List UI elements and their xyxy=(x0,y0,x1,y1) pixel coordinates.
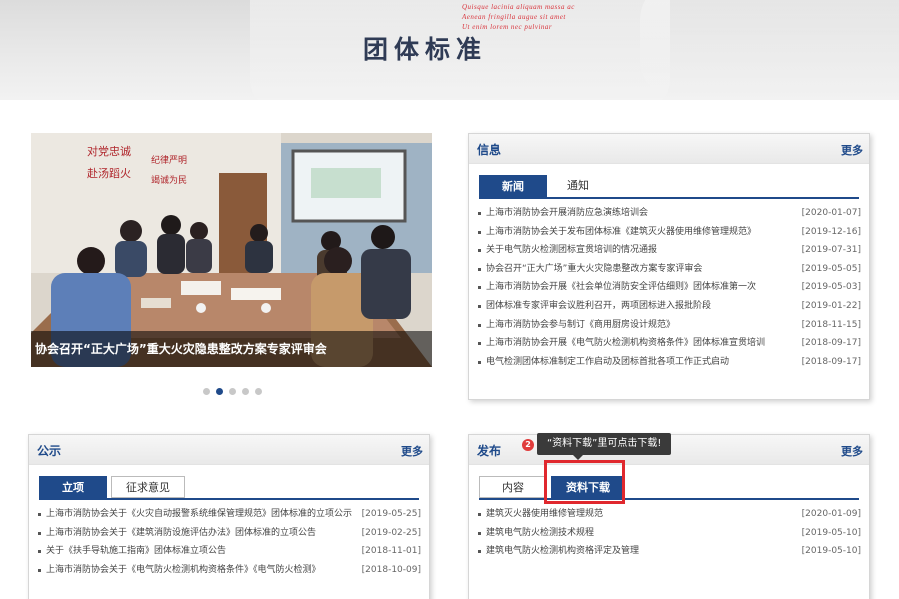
tab-project[interactable]: 立项 xyxy=(39,476,107,498)
list-item[interactable]: 上海市消防协会开展《电气防火检测机构资格条件》团体标准宣贯培训 [2018-09-… xyxy=(477,334,861,353)
wall-slogan: 赴汤蹈火 xyxy=(87,166,131,180)
info-panel-title: 信息 xyxy=(477,143,502,157)
list-item[interactable]: 团体标准专家评审会议胜利召开，两项团标进入报批阶段 [2019-01-22] xyxy=(477,297,861,316)
tooltip-badge: 2 xyxy=(522,439,534,451)
slider-dot[interactable] xyxy=(255,388,262,395)
list-item[interactable]: 电气检测团体标准制定工作启动及团标首批各项工作正式启动 [2018-09-17] xyxy=(477,353,861,372)
list-item[interactable]: 上海市消防协会关于《电气防火检测机构资格条件》《电气防火检测》 [2018-10-… xyxy=(37,561,421,580)
list-item[interactable]: 建筑电气防火检测机构资格评定及管理 [2019-05-10] xyxy=(477,542,861,561)
download-tooltip: “资料下载”里可点击下载! xyxy=(537,433,672,460)
info-tabs: 新闻 通知 xyxy=(479,175,605,197)
highlight-box xyxy=(544,460,625,504)
list-item[interactable]: 协会召开“正大广场”重大火灾隐患整改方案专家评审会 [2019-05-05] xyxy=(477,260,861,279)
tab-underline xyxy=(39,498,419,500)
page-title: 团体标准 xyxy=(362,35,487,64)
list-item[interactable]: 建筑灭火器使用维修管理规范 [2020-01-09] xyxy=(477,505,861,524)
list-item[interactable]: 上海市消防协会关于发布团体标准《建筑灭火器使用维修管理规范》 [2019-12-1… xyxy=(477,223,861,242)
banner-deco-line: Quisque lacinia aliquam massa ac xyxy=(462,3,575,11)
info-more-link[interactable]: 更多 xyxy=(841,142,863,158)
slider-dot[interactable] xyxy=(203,388,210,395)
slider-dot-active[interactable] xyxy=(216,388,223,395)
notice-panel-header: 公示 更多 xyxy=(29,435,429,465)
slider-dots xyxy=(203,388,262,395)
banner-deco-line: Aenean fringilla augue sit amet xyxy=(462,13,566,21)
list-item[interactable]: 关于电气防火检测团标宣贯培训的情况通报 [2019-07-31] xyxy=(477,241,861,260)
notice-panel-title: 公示 xyxy=(37,444,62,458)
list-item[interactable]: 上海市消防协会关于《火灾自动报警系统维保管理规范》团体标准的立项公示 [2019-… xyxy=(37,505,421,524)
list-item[interactable]: 建筑电气防火检测技术规程 [2019-05-10] xyxy=(477,524,861,543)
wall-slogan: 竭诚为民 xyxy=(151,174,187,185)
tab-content[interactable]: 内容 xyxy=(479,476,547,498)
slider-dot[interactable] xyxy=(229,388,236,395)
publish-panel: 发布 更多 内容 资料下载 建筑灭火器使用维修管理规范 [2020-01-09] … xyxy=(468,434,870,599)
wall-slogan: 纪律严明 xyxy=(151,154,187,165)
notice-tabs: 立项 征求意见 xyxy=(39,476,185,498)
tab-underline xyxy=(479,197,859,199)
list-item[interactable]: 上海市消防协会开展消防应急演练培训会 [2020-01-07] xyxy=(477,204,861,223)
list-item[interactable]: 关于《扶手导轨施工指南》团体标准立项公告 [2018-11-01] xyxy=(37,542,421,561)
notice-more-link[interactable]: 更多 xyxy=(401,443,423,459)
tab-news[interactable]: 新闻 xyxy=(479,175,547,197)
publish-more-link[interactable]: 更多 xyxy=(841,443,863,459)
publish-list: 建筑灭火器使用维修管理规范 [2020-01-09] 建筑电气防火检测技术规程 [2… xyxy=(477,505,861,561)
list-item[interactable]: 上海市消防协会参与制订《商用厨房设计规范》 [2018-11-15] xyxy=(477,316,861,335)
list-item[interactable]: 上海市消防协会关于《建筑消防设施评估办法》团体标准的立项公告 [2019-02-2… xyxy=(37,524,421,543)
notice-list: 上海市消防协会关于《火灾自动报警系统维保管理规范》团体标准的立项公示 [2019-… xyxy=(37,505,421,579)
notice-panel: 公示 更多 立项 征求意见 上海市消防协会关于《火灾自动报警系统维保管理规范》团… xyxy=(28,434,430,599)
banner-deco-text: Quisque lacinia aliquam massa ac Aenean … xyxy=(462,2,692,32)
news-list: 上海市消防协会开展消防应急演练培训会 [2020-01-07] 上海市消防协会关于… xyxy=(477,204,861,371)
publish-panel-title: 发布 xyxy=(477,444,502,458)
tab-consultation[interactable]: 征求意见 xyxy=(111,476,185,498)
slide-caption[interactable]: 协会召开“正大广场”重大火灾隐患整改方案专家评审会 xyxy=(31,331,432,367)
photo-slider[interactable]: 对党忠诚 纪律严明 赴汤蹈火 竭诚为民 协会召开“正大广场”重大火灾隐患整改方案… xyxy=(31,133,432,367)
info-panel-header: 信息 更多 xyxy=(469,134,869,164)
info-panel: 信息 更多 新闻 通知 上海市消防协会开展消防应急演练培训会 [2020-01-0… xyxy=(468,133,870,400)
slider-dot[interactable] xyxy=(242,388,249,395)
tab-notices[interactable]: 通知 xyxy=(551,175,605,197)
list-item[interactable]: 上海市消防协会开展《社会单位消防安全评估细则》团体标准第一次 [2019-05-0… xyxy=(477,278,861,297)
wall-slogan: 对党忠诚 xyxy=(87,144,131,158)
tab-underline xyxy=(479,498,859,500)
page-banner: Quisque lacinia aliquam massa ac Aenean … xyxy=(0,0,899,100)
